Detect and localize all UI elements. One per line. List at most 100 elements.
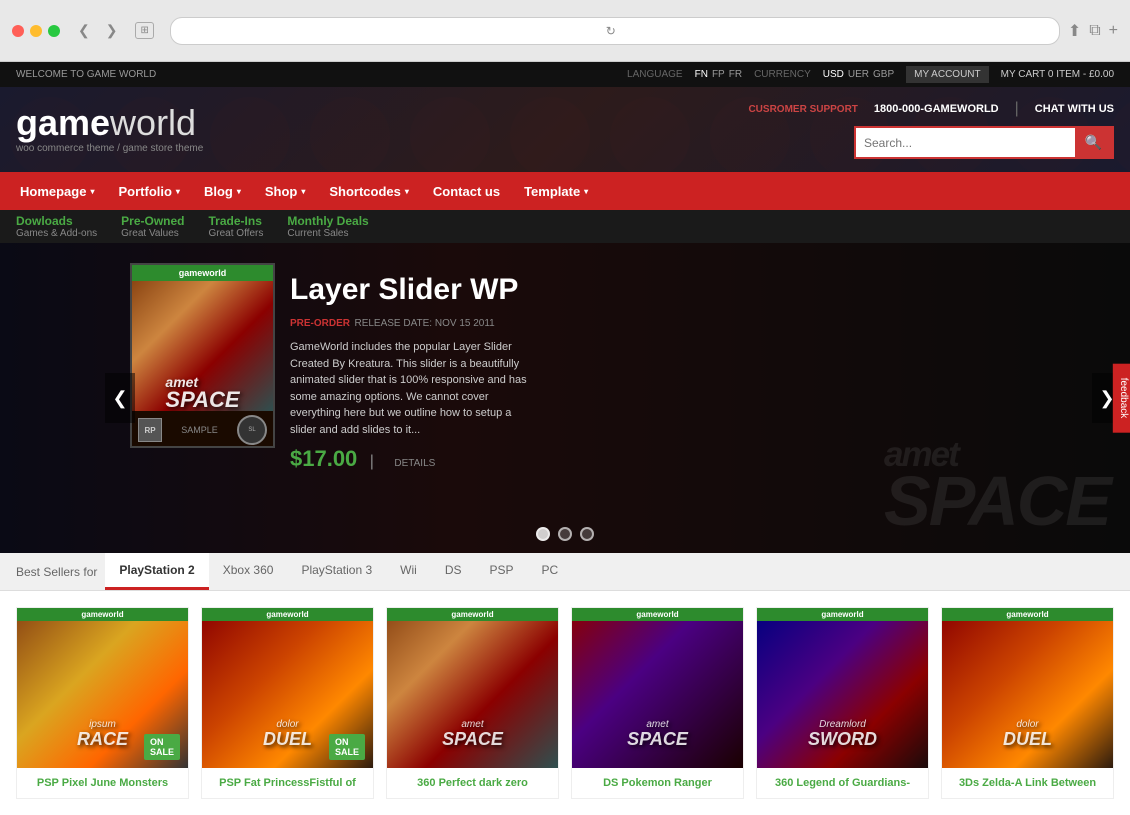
- hero-slider: amet SPACE gameworld amet SPACE RP SAMPL…: [0, 243, 1130, 553]
- close-dot[interactable]: [12, 25, 24, 37]
- product-card-3[interactable]: gameworld ametSPACE 360 Perfect dark zer…: [386, 607, 559, 799]
- sale-badge-1: ONSALE: [144, 734, 180, 760]
- shop-arrow-icon: ▾: [301, 187, 305, 196]
- nav-contact[interactable]: Contact us: [421, 172, 512, 210]
- refresh-icon: ↻: [606, 24, 616, 38]
- minimize-dot[interactable]: [30, 25, 42, 37]
- hero-divider: |: [370, 453, 374, 470]
- subnav-deals[interactable]: Monthly Deals Current Sales: [287, 214, 368, 239]
- product-card-1[interactable]: gameworld ipsumRACE ONSALE PSP Pixel Jun…: [16, 607, 189, 799]
- game-box-title-overlay: amet SPACE: [165, 375, 239, 411]
- product-cover-2: gameworld dolorDUEL ONSALE: [202, 608, 373, 768]
- product-brand-5: gameworld: [757, 608, 928, 621]
- hero-dot-1[interactable]: [536, 527, 550, 541]
- subnav-downloads-desc: Games & Add-ons: [16, 228, 97, 239]
- browser-address-bar[interactable]: ↻: [170, 17, 1060, 45]
- sub-nav: Dowloads Games & Add-ons Pre-Owned Great…: [0, 210, 1130, 243]
- cover-sub-4: amet: [627, 720, 688, 730]
- browser-action-buttons: ⬆ ⧉ +: [1068, 21, 1118, 41]
- product-cover-5: gameworld DreamlordSWORD: [757, 608, 928, 768]
- nav-blog[interactable]: Blog ▾: [192, 172, 253, 210]
- sale-badge-2: ONSALE: [329, 734, 365, 760]
- product-image-6: gameworld dolorDUEL: [942, 608, 1113, 768]
- space-amet-text: amet: [884, 439, 1110, 471]
- cart-button[interactable]: MY CART 0 ITEM - £0.00: [1001, 69, 1114, 80]
- browser-share-button[interactable]: ⬆: [1068, 21, 1081, 41]
- product-title-5: 360 Legend of Guardians-: [757, 768, 928, 798]
- nav-template[interactable]: Template ▾: [512, 172, 600, 210]
- top-bar-right: LANGUAGE FN FP FR CURRENCY USD UER GBP M…: [627, 66, 1114, 83]
- product-card-6[interactable]: gameworld dolorDUEL 3Ds Zelda-A Link Bet…: [941, 607, 1114, 799]
- nav-shop[interactable]: Shop ▾: [253, 172, 318, 210]
- subnav-tradeins[interactable]: Trade-Ins Great Offers: [209, 214, 264, 239]
- browser-window-button[interactable]: ⧉: [1089, 21, 1100, 41]
- subnav-downloads[interactable]: Dowloads Games & Add-ons: [16, 214, 97, 239]
- browser-chrome: ❮ ❯ ⊞ ↻ ⬆ ⧉ +: [0, 0, 1130, 62]
- product-card-5[interactable]: gameworld DreamlordSWORD 360 Legend of G…: [756, 607, 929, 799]
- cover-sub-5: Dreamlord: [808, 720, 877, 730]
- currency-uer-button[interactable]: UER: [848, 69, 869, 80]
- hero-prev-button[interactable]: ❮: [105, 373, 135, 423]
- tab-psp[interactable]: PSP: [476, 553, 528, 590]
- my-account-button[interactable]: MY ACCOUNT: [906, 66, 989, 83]
- hero-dot-2[interactable]: [558, 527, 572, 541]
- tab-ps2[interactable]: PlayStation 2: [105, 553, 208, 590]
- currency-gbp-button[interactable]: GBP: [873, 69, 894, 80]
- maximize-dot[interactable]: [48, 25, 60, 37]
- header: gameworld woo commerce theme / game stor…: [0, 87, 1130, 172]
- subnav-tradeins-desc: Great Offers: [209, 228, 264, 239]
- support-line: CUSROMER SUPPORT 1800-000-GAMEWORLD | CH…: [748, 100, 1114, 118]
- lang-fp-button[interactable]: FP: [712, 69, 725, 80]
- tab-pc[interactable]: PC: [528, 553, 573, 590]
- blog-arrow-icon: ▾: [237, 187, 241, 196]
- currency-usd-button[interactable]: USD: [823, 69, 844, 80]
- cover-text-4: ametSPACE: [627, 720, 688, 748]
- product-card-2[interactable]: gameworld dolorDUEL ONSALE PSP Fat Princ…: [201, 607, 374, 799]
- support-number: 1800-000-GAMEWORLD: [874, 103, 999, 115]
- search-bar: 🔍: [854, 126, 1114, 159]
- nav-portfolio[interactable]: Portfolio ▾: [106, 172, 191, 210]
- logo-text: gameworld: [16, 105, 203, 141]
- shortcodes-arrow-icon: ▾: [405, 187, 409, 196]
- hero-dot-3[interactable]: [580, 527, 594, 541]
- tab-ds[interactable]: DS: [431, 553, 476, 590]
- nav-homepage[interactable]: Homepage ▾: [8, 172, 106, 210]
- hero-details-link[interactable]: DETAILS: [394, 458, 435, 469]
- subnav-preowned-title: Pre-Owned: [121, 214, 184, 228]
- product-image-3: gameworld ametSPACE: [387, 608, 558, 768]
- welcome-text: WELCOME TO GAME WORLD: [16, 69, 156, 80]
- currency-label: CURRENCY: [754, 69, 811, 80]
- feedback-tab[interactable]: feedback: [1113, 364, 1130, 433]
- product-title-4: DS Pokemon Ranger: [572, 768, 743, 798]
- product-image-5: gameworld DreamlordSWORD: [757, 608, 928, 768]
- product-title-1: PSP Pixel June Monsters: [17, 768, 188, 798]
- nav-contact-label: Contact us: [433, 184, 500, 199]
- browser-tabs-button[interactable]: ⊞: [135, 22, 153, 39]
- nav-shortcodes[interactable]: Shortcodes ▾: [317, 172, 421, 210]
- subnav-preowned[interactable]: Pre-Owned Great Values: [121, 214, 184, 239]
- search-button[interactable]: 🔍: [1075, 128, 1112, 157]
- hero-content: Layer Slider WP PRE-ORDER RELEASE DATE: …: [290, 273, 530, 472]
- lang-fr-button[interactable]: FR: [729, 69, 742, 80]
- tab-wii[interactable]: Wii: [386, 553, 431, 590]
- product-card-4[interactable]: gameworld ametSPACE DS Pokemon Ranger: [571, 607, 744, 799]
- cover-sub-1: ipsum: [77, 720, 128, 730]
- browser-more-button[interactable]: +: [1109, 21, 1118, 41]
- tab-xbox360[interactable]: Xbox 360: [209, 553, 288, 590]
- lang-fn-button[interactable]: FN: [695, 69, 708, 80]
- hero-title: Layer Slider WP: [290, 273, 530, 307]
- browser-forward-button[interactable]: ❯: [100, 20, 124, 41]
- cover-sub-2: dolor: [263, 720, 312, 730]
- nav-blog-label: Blog: [204, 184, 233, 199]
- search-input[interactable]: [856, 130, 1075, 156]
- cover-sub-3: amet: [442, 720, 503, 730]
- language-group: FN FP FR: [695, 69, 742, 80]
- chat-with-us-link[interactable]: CHAT WITH US: [1035, 103, 1114, 115]
- language-label: LANGUAGE: [627, 69, 683, 80]
- homepage-arrow-icon: ▾: [90, 187, 94, 196]
- browser-nav-buttons: ❮ ❯: [72, 20, 123, 41]
- space-background-text: amet SPACE: [884, 439, 1110, 534]
- tab-ps3[interactable]: PlayStation 3: [287, 553, 386, 590]
- browser-back-button[interactable]: ❮: [72, 20, 96, 41]
- nav-portfolio-label: Portfolio: [118, 184, 171, 199]
